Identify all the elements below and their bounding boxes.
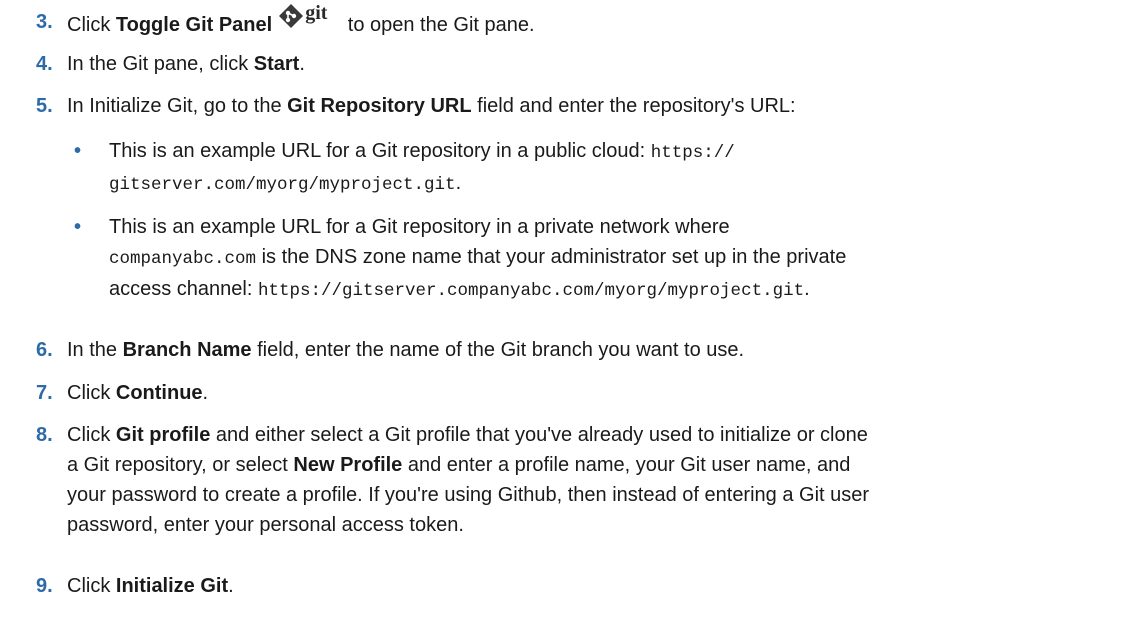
step-number: 8. bbox=[36, 424, 53, 446]
code-url: https:// bbox=[650, 143, 735, 163]
step-number: 7. bbox=[36, 382, 53, 404]
bullet-dot: • bbox=[74, 140, 82, 162]
code-url: gitserver.com/myorg/myproject.git bbox=[109, 175, 456, 195]
ui-label-start: Start bbox=[253, 53, 300, 75]
step-text: Click bbox=[67, 14, 116, 36]
ui-label-toggle-git-panel: Toggle Git Panel bbox=[115, 14, 273, 36]
bullet-dot: • bbox=[74, 216, 82, 238]
ui-label-git-profile: Git profile bbox=[115, 424, 211, 446]
ui-label-continue: Continue bbox=[115, 382, 203, 404]
git-icon-label: git bbox=[305, 2, 328, 24]
code-domain: companyabc.com bbox=[109, 249, 257, 269]
ui-label-branch-name: Branch Name bbox=[122, 339, 252, 361]
git-diamond-icon: git bbox=[278, 2, 342, 33]
step-number: 9. bbox=[36, 575, 53, 597]
procedure-steps: 3. Click Toggle Git Panel git to open the… bbox=[0, 0, 1141, 618]
ui-label-git-repository-url: Git Repository URL bbox=[287, 95, 472, 117]
step-number: 5. bbox=[36, 95, 53, 117]
step-number: 3. bbox=[36, 11, 53, 33]
step-number: 6. bbox=[36, 339, 53, 361]
code-url: https://gitserver.companyabc.com/myorg/m… bbox=[257, 281, 805, 301]
ui-label-new-profile: New Profile bbox=[293, 454, 403, 476]
ui-label-initialize-git: Initialize Git bbox=[115, 575, 229, 597]
step-number: 4. bbox=[36, 53, 53, 75]
